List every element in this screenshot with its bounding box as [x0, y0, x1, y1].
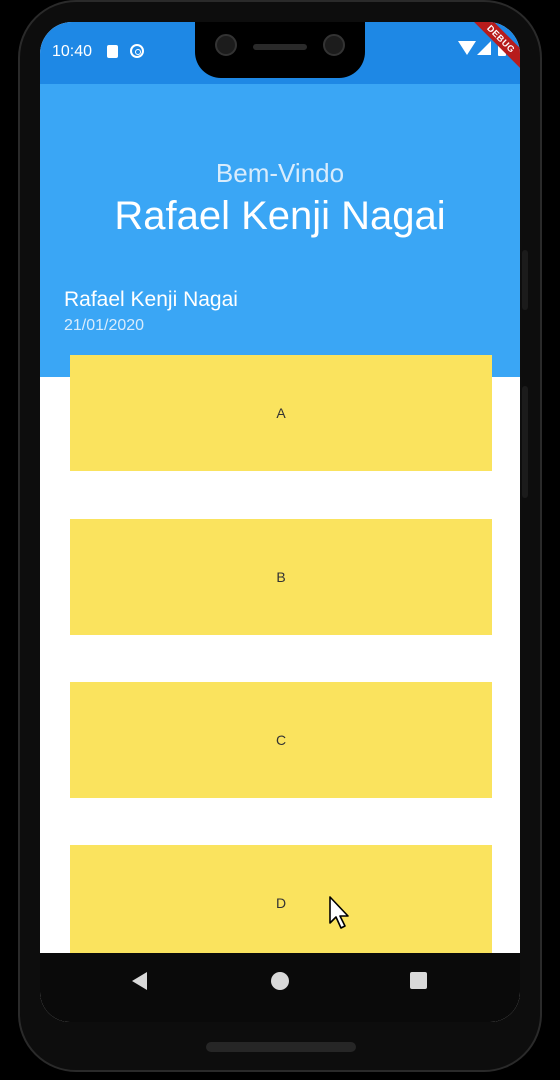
card-b[interactable]: B: [70, 519, 492, 635]
signal-icon: [477, 41, 491, 55]
camera-notch: [195, 22, 365, 78]
card-d[interactable]: D: [70, 845, 492, 965]
card-label: B: [276, 569, 286, 585]
wifi-icon: [458, 41, 476, 55]
volume-button: [522, 250, 528, 310]
front-sensor-icon: [323, 34, 345, 56]
app-screen: 10:40 DEBUG Bem-Vindo Rafael Kenji Nagai…: [40, 22, 520, 1022]
front-camera-icon: [215, 34, 237, 56]
back-icon[interactable]: [132, 972, 147, 990]
bottom-speaker: [206, 1042, 356, 1052]
earpiece-speaker: [253, 44, 307, 50]
status-time: 10:40: [52, 43, 93, 60]
page-title: Rafael Kenji Nagai: [114, 194, 446, 238]
user-date: 21/01/2020: [64, 317, 145, 334]
home-icon[interactable]: [271, 972, 289, 990]
welcome-text: Bem-Vindo: [215, 158, 345, 188]
card-c[interactable]: C: [70, 682, 492, 798]
recents-icon[interactable]: [410, 972, 427, 989]
navigation-bar: [40, 953, 520, 1022]
card-label: D: [275, 895, 287, 911]
welcome-header: Bem-Vindo Rafael Kenji Nagai Rafael Kenj…: [40, 84, 520, 377]
power-button: [522, 386, 528, 498]
card-label: C: [275, 732, 287, 748]
sd-card-icon: [107, 45, 118, 58]
card-a[interactable]: A: [70, 355, 492, 471]
sync-icon: [130, 44, 144, 58]
user-name: Rafael Kenji Nagai: [64, 288, 238, 311]
card-label: A: [276, 405, 286, 421]
cursor-icon: [329, 896, 349, 929]
